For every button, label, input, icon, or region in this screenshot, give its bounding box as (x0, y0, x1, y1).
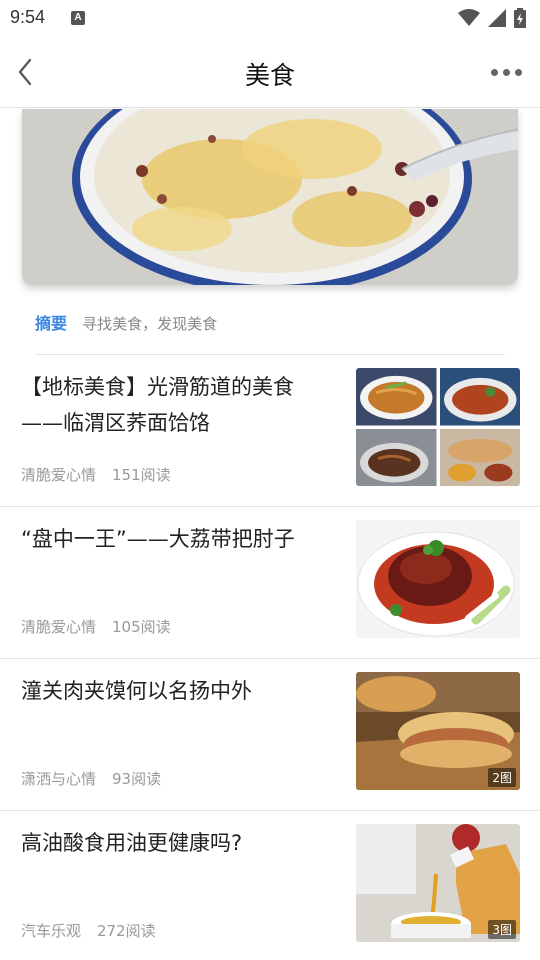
more-dot (514, 68, 522, 76)
summary-text: 寻找美食，发现美食 (82, 315, 218, 333)
porridge-bowl-illustration (22, 109, 518, 285)
hero-image (22, 109, 518, 285)
article-item[interactable]: 【地标美食】光滑筋道的美食——临渭区荞面饸饹 清脆爱心情 151阅读 (0, 355, 540, 507)
article-meta: 清脆爱心情 151阅读 (21, 464, 171, 485)
wifi-icon (458, 9, 480, 26)
more-button[interactable] (486, 58, 526, 86)
article-item[interactable]: 高油酸食用油更健康吗? 汽车乐观 272阅读 3图 (0, 811, 540, 960)
article-item[interactable]: 潼关肉夹馍何以名扬中外 潇洒与心情 93阅读 2图 (0, 659, 540, 811)
more-dot (502, 68, 510, 76)
article-reads: 105阅读 (112, 618, 171, 636)
article-item[interactable]: “盘中一王”——大荔带把肘子 清脆爱心情 105阅读 (0, 507, 540, 659)
article-meta: 汽车乐观 272阅读 (21, 920, 156, 941)
status-bar: 9:54 A (0, 0, 540, 36)
status-time: 9:54 (10, 7, 46, 27)
noodle-photo-1 (356, 368, 437, 426)
article-thumbnail (356, 368, 520, 486)
app-header: 美食 (0, 36, 540, 108)
article-thumbnail: 2图 (356, 672, 520, 790)
noodle-photo-4 (439, 428, 520, 486)
more-dot (490, 68, 498, 76)
back-button[interactable] (10, 54, 40, 90)
chevron-left-icon (18, 58, 32, 86)
article-reads: 93阅读 (112, 770, 162, 788)
article-author: 潇洒与心情 (21, 770, 97, 788)
battery-icon (514, 8, 526, 28)
braised-pork-photo (356, 520, 520, 638)
article-reads: 151阅读 (112, 466, 171, 484)
article-author: 清脆爱心情 (21, 618, 97, 636)
article-author: 清脆爱心情 (21, 466, 97, 484)
article-author: 汽车乐观 (21, 922, 82, 940)
article-title: 【地标美食】光滑筋道的美食——临渭区荞面饸饹 (21, 375, 294, 435)
article-title: 高油酸食用油更健康吗? (21, 831, 243, 855)
article-title: 潼关肉夹馍何以名扬中外 (21, 679, 252, 703)
article-thumbnail (356, 520, 520, 638)
status-icons (458, 7, 526, 29)
article-meta: 清脆爱心情 105阅读 (21, 616, 171, 637)
thumbnail-grid (356, 368, 520, 486)
article-meta: 潇洒与心情 93阅读 (21, 768, 161, 789)
noodle-photo-2 (439, 368, 520, 426)
article-thumbnail: 3图 (356, 824, 520, 942)
signal-icon (488, 9, 506, 27)
page-title: 美食 (244, 61, 295, 90)
article-title: “盘中一王”——大荔带把肘子 (21, 527, 295, 551)
article-reads: 272阅读 (97, 922, 156, 940)
notification-a-icon: A (71, 11, 85, 25)
image-count-badge: 2图 (488, 768, 516, 787)
summary-label: 摘要 (35, 314, 68, 333)
summary: 摘要 寻找美食，发现美食 (35, 310, 217, 334)
noodle-photo-3 (356, 428, 437, 486)
image-count-badge: 3图 (488, 920, 516, 939)
